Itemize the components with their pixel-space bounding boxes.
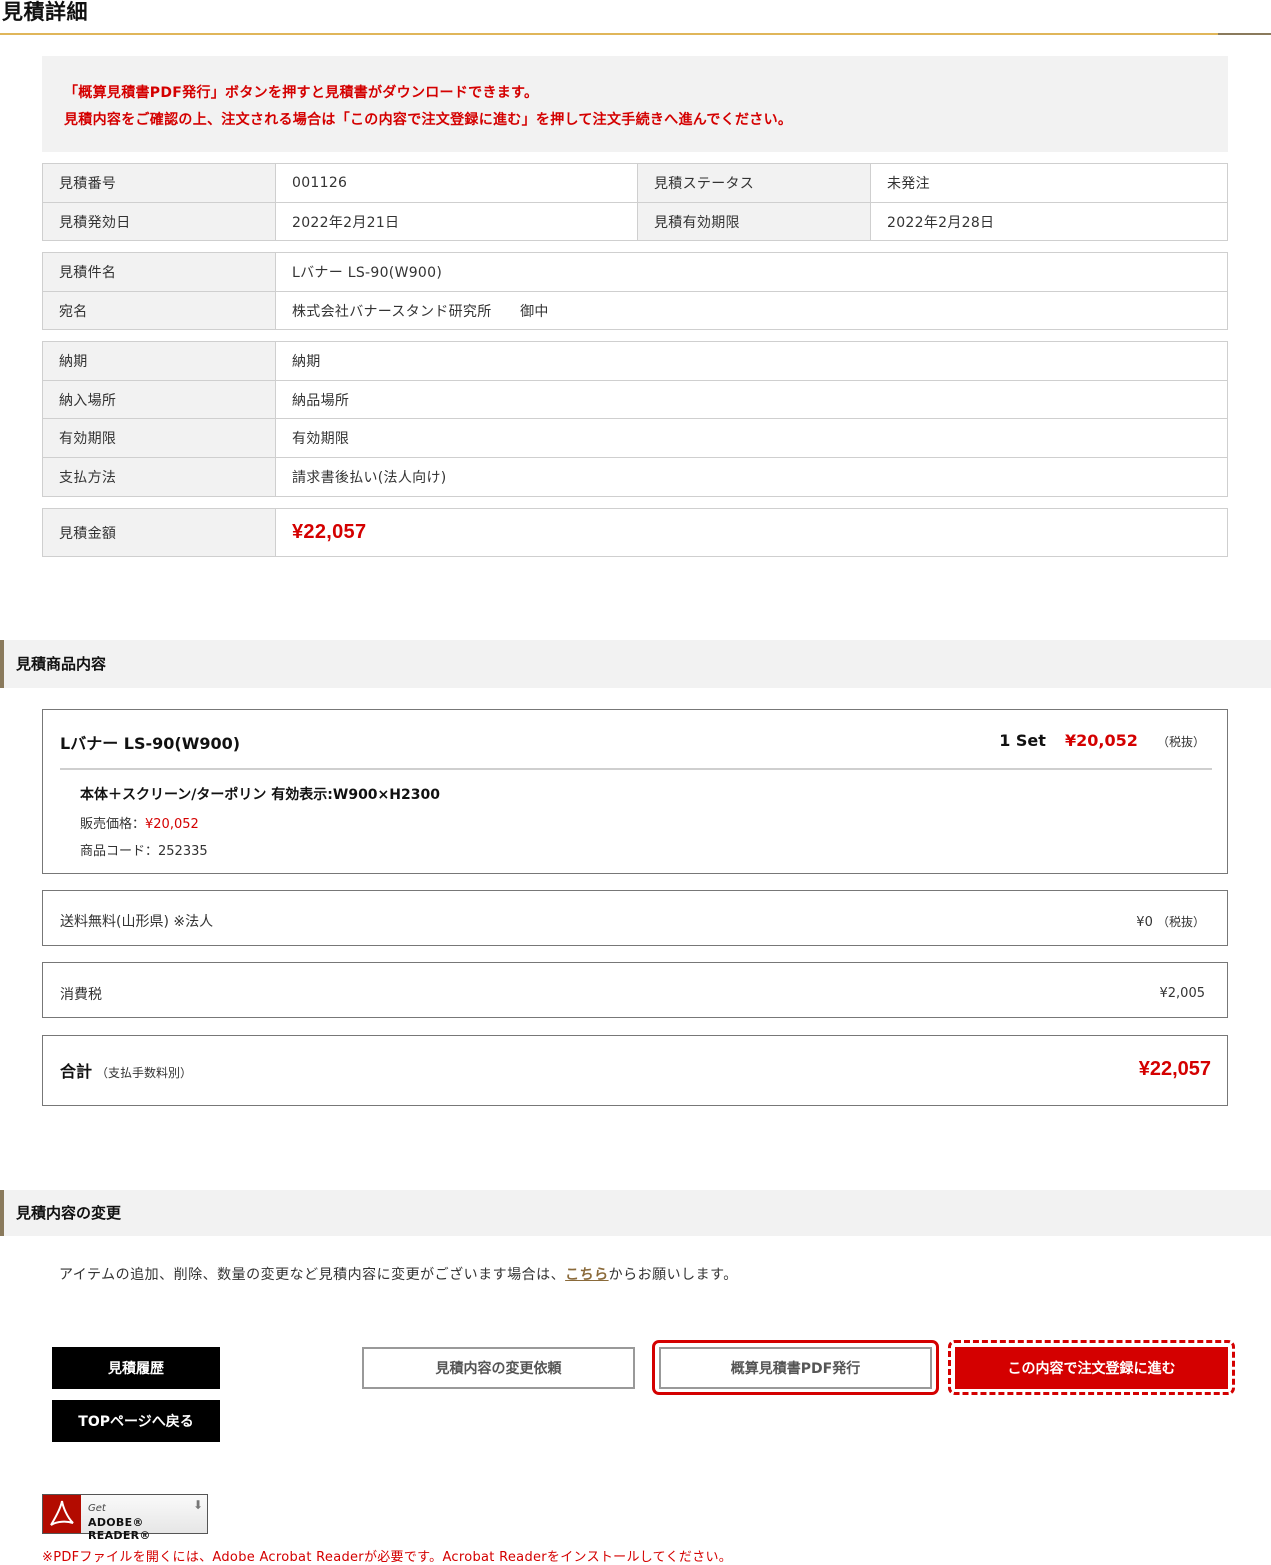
shipping-box: 送料無料(山形県) ※法人 ¥0 （税抜） xyxy=(42,890,1228,946)
notice-box: 「概算見積書PDF発行」ボタンを押すと見積書がダウンロードできます。 見積内容を… xyxy=(42,56,1228,152)
pdf-issue-button[interactable]: 概算見積書PDF発行 xyxy=(659,1347,932,1389)
total-note: （支払手数料別） xyxy=(96,1066,193,1080)
product-name: Lバナー LS-90(W900) xyxy=(60,734,241,753)
notice-line-1: 「概算見積書PDF発行」ボタンを押すと見積書がダウンロードできます。 xyxy=(64,85,539,101)
notice-line-2: 見積内容をご確認の上、注文される場合は「この内容で注文登録に進む」を押して注文手… xyxy=(64,112,793,128)
tax-label: 消費税 xyxy=(60,987,102,1003)
status-label: 見積ステータス xyxy=(637,163,871,203)
product-divider xyxy=(60,768,1212,770)
change-text-before: アイテムの追加、削除、数量の変更など見積内容に変更がございます場合は、 xyxy=(59,1267,566,1283)
total-box: 合計 （支払手数料別） ¥22,057 xyxy=(42,1035,1228,1106)
adobe-get-text: Get xyxy=(88,1503,106,1514)
product-description: 本体＋スクリーン/ターポリン 有効表示:W900×H2300 xyxy=(80,787,440,803)
section-header-change: 見積内容の変更 xyxy=(0,1190,1271,1236)
download-arrow-icon: ⬇ xyxy=(192,1498,203,1512)
delivery-value: 納期 xyxy=(275,341,1228,381)
product-qty: 1 Set xyxy=(999,731,1046,750)
total-label: 合計 （支払手数料別） xyxy=(60,1058,192,1082)
delivery-table: 納期 納期 納入場所 納品場所 有効期限 有効期限 支払方法 請求書後払い(法人… xyxy=(42,341,1228,497)
subject-label: 見積件名 xyxy=(42,252,276,292)
shipping-tax-note: （税抜） xyxy=(1156,915,1205,929)
total-value: ¥22,057 xyxy=(1138,1058,1211,1080)
title-divider-end xyxy=(1218,33,1271,35)
acrobat-swirl-icon xyxy=(50,1500,74,1526)
sale-price-label: 販売価格： xyxy=(80,817,146,832)
addressee-label: 宛名 xyxy=(42,291,276,330)
amount-value: ¥22,057 xyxy=(292,521,367,543)
total-label-text: 合計 xyxy=(60,1062,93,1081)
shipping-amount: ¥0 xyxy=(1136,915,1153,930)
section-header-items: 見積商品内容 xyxy=(0,640,1271,688)
title-divider xyxy=(0,33,1218,35)
issue-date-label: 見積発効日 xyxy=(42,202,276,241)
change-text-after: からお願いします。 xyxy=(608,1267,738,1283)
shipping-label: 送料無料(山形県) ※法人 xyxy=(60,914,214,930)
issue-date: 2022年2月21日 xyxy=(275,202,638,241)
tax-box: 消費税 ¥2,005 xyxy=(42,962,1228,1018)
payment-label: 支払方法 xyxy=(42,457,276,497)
valid-label: 有効期限 xyxy=(42,418,276,458)
shipping-value: ¥0 （税抜） xyxy=(1136,913,1205,930)
product-tax-note: （税抜） xyxy=(1156,735,1205,749)
change-link[interactable]: こちら xyxy=(565,1267,609,1283)
estimate-info-table: 見積番号 001126 見積ステータス 未発注 見積発効日 2022年2月21日… xyxy=(42,163,1228,241)
payment-value: 請求書後払い(法人向け) xyxy=(275,457,1228,497)
product-price: ¥20,052 xyxy=(1065,731,1138,750)
sale-price-value: ¥20,052 xyxy=(145,817,199,832)
estimate-history-button[interactable]: 見積履歴 xyxy=(52,1347,220,1389)
product-box: Lバナー LS-90(W900) 1 Set ¥20,052 （税抜） 本体＋ス… xyxy=(42,709,1228,874)
place-value: 納品場所 xyxy=(275,380,1228,419)
product-price-summary: 1 Set ¥20,052 （税抜） xyxy=(999,731,1205,750)
get-adobe-reader-badge[interactable]: Get ADOBE® READER® ⬇ xyxy=(42,1494,208,1542)
subject-table: 見積件名 Lバナー LS-90(W900) 宛名 株式会社バナースタンド研究所 … xyxy=(42,252,1228,330)
change-instructions: アイテムの追加、削除、数量の変更など見積内容に変更がございます場合は、こちらから… xyxy=(59,1264,738,1284)
pdf-note: ※PDFファイルを開くには、Adobe Acrobat Readerが必要です。… xyxy=(42,1550,733,1565)
expiry-date: 2022年2月28日 xyxy=(870,202,1228,241)
back-to-top-button[interactable]: TOPページへ戻る xyxy=(52,1400,220,1442)
estimate-no-label: 見積番号 xyxy=(42,163,276,203)
status-value: 未発注 xyxy=(870,163,1228,203)
adobe-logo-icon xyxy=(43,1495,81,1533)
page-title: 見積詳細 xyxy=(2,0,88,24)
addressee-value: 株式会社バナースタンド研究所 御中 xyxy=(275,291,1228,330)
product-sale-price: 販売価格：¥20,052 xyxy=(80,813,199,832)
delivery-label: 納期 xyxy=(42,341,276,381)
valid-value: 有効期限 xyxy=(275,418,1228,458)
amount-table: 見積金額 ¥22,057 xyxy=(42,508,1228,557)
subject-value: Lバナー LS-90(W900) xyxy=(275,252,1228,292)
change-request-button[interactable]: 見積内容の変更依頼 xyxy=(362,1347,635,1389)
adobe-reader-text: ADOBE® READER® xyxy=(88,1516,151,1542)
product-code: 商品コード：252335 xyxy=(80,844,208,859)
order-register-button[interactable]: この内容で注文登録に進む xyxy=(955,1347,1228,1389)
expiry-label: 見積有効期限 xyxy=(637,202,871,241)
tax-value: ¥2,005 xyxy=(1159,986,1206,1001)
estimate-no: 001126 xyxy=(275,163,638,203)
place-label: 納入場所 xyxy=(42,380,276,419)
amount-label: 見積金額 xyxy=(42,508,276,557)
